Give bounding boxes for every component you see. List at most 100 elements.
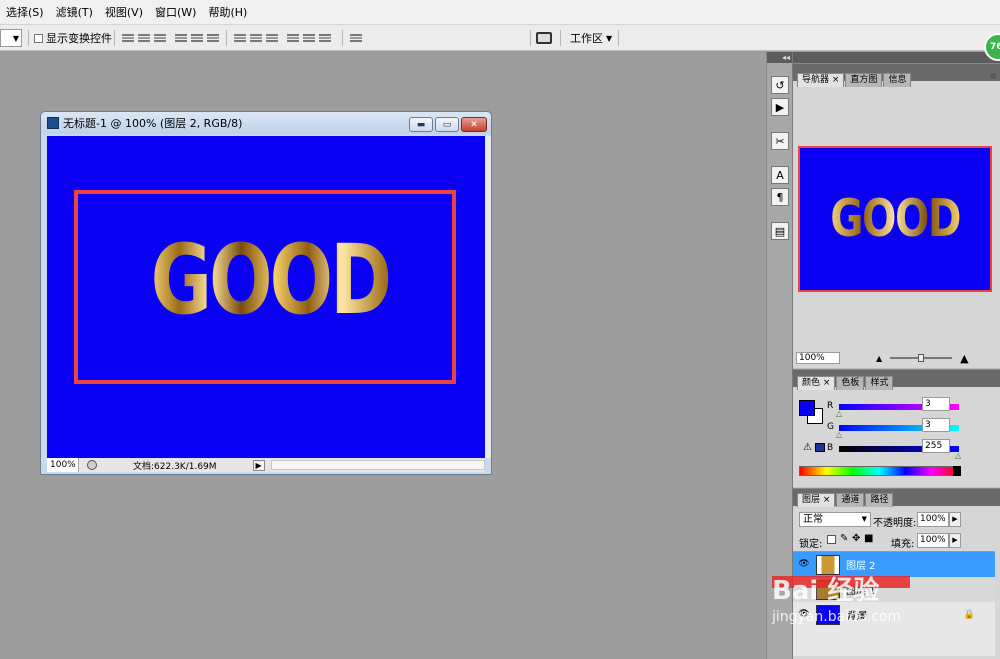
layer-comps-icon[interactable]: ▤ bbox=[771, 222, 789, 240]
foreground-color-swatch[interactable] bbox=[799, 400, 815, 416]
document-statusbar: 100% 文档:622.3K/1.69M ▶ bbox=[47, 458, 485, 472]
b-slider-thumb[interactable]: △ bbox=[955, 451, 961, 460]
vertical-scrollbar[interactable] bbox=[485, 136, 491, 458]
b-value[interactable]: 255 bbox=[922, 439, 950, 453]
black-white-swatch[interactable] bbox=[953, 466, 961, 476]
tool-preset-picker[interactable]: ▼ bbox=[0, 29, 22, 47]
menu-view[interactable]: 视图(V) bbox=[99, 4, 149, 20]
character-icon[interactable]: A bbox=[771, 166, 789, 184]
zoom-slider[interactable] bbox=[890, 354, 953, 362]
align-bottom-icon[interactable] bbox=[153, 32, 167, 44]
watermark-url: jingyan.baidu.com bbox=[772, 609, 902, 625]
distribute-left-icon[interactable] bbox=[286, 32, 300, 44]
gamut-warning-icon[interactable]: ⚠ bbox=[803, 442, 812, 453]
tab-paths[interactable]: 路径 bbox=[865, 493, 894, 507]
align-left-icon[interactable] bbox=[174, 32, 188, 44]
align-right-icon[interactable] bbox=[206, 32, 220, 44]
g-value[interactable]: 3 bbox=[922, 418, 950, 432]
tab-info[interactable]: 信息 bbox=[883, 73, 912, 87]
actions-icon[interactable]: ▶ bbox=[771, 98, 789, 116]
doc-size: 文档:622.3K/1.69M bbox=[133, 461, 217, 472]
distribute-bottom-icon[interactable] bbox=[265, 32, 279, 44]
separator bbox=[28, 30, 29, 46]
distribute-hcenter-icon[interactable] bbox=[302, 32, 316, 44]
separator bbox=[342, 30, 343, 46]
fill-field[interactable]: 100% bbox=[917, 533, 949, 548]
panel-menu-icon[interactable]: ≡ bbox=[989, 72, 997, 82]
distribute-vcenter-icon[interactable] bbox=[249, 32, 263, 44]
separator bbox=[226, 30, 227, 46]
zoom-in-icon[interactable]: ▲ bbox=[960, 352, 968, 365]
tab-navigator[interactable]: 导航器 × bbox=[797, 73, 845, 87]
align-top-icon[interactable] bbox=[121, 32, 135, 44]
opacity-field[interactable]: 100% bbox=[917, 512, 949, 527]
color-spectrum-bar[interactable] bbox=[799, 466, 959, 476]
align-vcenter-icon[interactable] bbox=[137, 32, 151, 44]
close-button[interactable]: ✕ bbox=[461, 117, 487, 132]
minimize-icon: ▬ bbox=[416, 119, 426, 130]
status-menu-arrow-icon[interactable]: ▶ bbox=[252, 459, 265, 471]
auto-align-icon[interactable] bbox=[349, 32, 363, 44]
visibility-eye-icon[interactable]: 👁 bbox=[798, 559, 810, 571]
lock-position-icon[interactable]: ✥ bbox=[852, 533, 860, 544]
canvas[interactable]: GOOD bbox=[47, 136, 485, 458]
opacity-arrow-icon[interactable]: ▶ bbox=[949, 512, 961, 527]
menu-filter[interactable]: 滤镜(T) bbox=[50, 4, 99, 20]
distribute-top-icon[interactable] bbox=[233, 32, 247, 44]
chevron-down-icon: ▼ bbox=[606, 33, 613, 43]
tab-swatches[interactable]: 色板 bbox=[836, 376, 865, 390]
menu-select[interactable]: 选择(S) bbox=[0, 4, 50, 20]
g-slider-thumb[interactable]: △ bbox=[836, 430, 842, 439]
lock-image-icon[interactable]: ✎ bbox=[840, 533, 848, 544]
horizontal-scrollbar[interactable] bbox=[270, 460, 485, 470]
tab-histogram[interactable]: 直方图 bbox=[845, 73, 883, 87]
navigator-preview[interactable]: GOOD bbox=[798, 146, 992, 292]
menu-window[interactable]: 窗口(W) bbox=[149, 4, 202, 20]
lock-transparent-icon[interactable] bbox=[827, 535, 836, 544]
paragraph-icon[interactable]: ¶ bbox=[771, 188, 789, 206]
zoom-out-icon[interactable]: ▲ bbox=[876, 354, 882, 363]
checkbox[interactable] bbox=[34, 33, 43, 43]
navigator-zoom-field[interactable]: 100% bbox=[796, 352, 840, 364]
zoom-field[interactable]: 100% bbox=[47, 458, 79, 472]
show-transform-controls[interactable]: 显示变换控件 bbox=[34, 29, 112, 47]
collapse-icon[interactable]: ◂◂ bbox=[767, 52, 792, 63]
workspace-button[interactable]: 工作区 ▼ bbox=[566, 29, 616, 47]
navigator-panel: 导航器 × 直方图 信息 ≡ GOOD 100% ▲ ▲ bbox=[793, 63, 1000, 368]
zoom-slider-thumb[interactable] bbox=[918, 354, 925, 362]
color-tabs: 颜色 × 色板 样式 bbox=[797, 376, 894, 390]
align-buttons bbox=[120, 29, 221, 47]
tab-styles[interactable]: 样式 bbox=[865, 376, 894, 390]
minimize-button[interactable]: ▬ bbox=[409, 117, 433, 132]
close-icon: ✕ bbox=[470, 119, 478, 130]
lock-all-icon[interactable]: ■ bbox=[864, 533, 873, 544]
fill-arrow-icon[interactable]: ▶ bbox=[949, 533, 961, 548]
document-window: 无标题-1 @ 100% (图层 2, RGB/8) ▬ ▭ ✕ GOOD 10… bbox=[40, 111, 492, 475]
tab-layers[interactable]: 图层 × bbox=[797, 493, 836, 507]
dock-header bbox=[793, 52, 1000, 63]
r-slider-thumb[interactable]: △ bbox=[836, 409, 842, 418]
lock-icon: 🔒 bbox=[963, 609, 975, 620]
color-panel: 颜色 × 色板 样式 ⚠ R △ 3 G △ 3 B △ 255 bbox=[793, 369, 1000, 487]
panels-dock: 导航器 × 直方图 信息 ≡ GOOD 100% ▲ ▲ 颜色 × 色板 样式 … bbox=[792, 52, 1000, 659]
zoom-icon[interactable] bbox=[87, 460, 97, 470]
r-value[interactable]: 3 bbox=[922, 397, 950, 411]
maximize-button[interactable]: ▭ bbox=[435, 117, 459, 132]
distribute-right-icon[interactable] bbox=[318, 32, 332, 44]
navigator-zoom-row: 100% ▲ ▲ bbox=[796, 351, 998, 365]
separator bbox=[530, 30, 531, 46]
align-hcenter-icon[interactable] bbox=[190, 32, 204, 44]
brushes-icon[interactable]: ✂ bbox=[771, 132, 789, 150]
photoshop-doc-icon bbox=[47, 117, 59, 129]
gamut-swatch[interactable] bbox=[815, 443, 825, 452]
watermark-title: Bai 经验 bbox=[772, 576, 880, 606]
tab-channels[interactable]: 通道 bbox=[836, 493, 865, 507]
chevron-down-icon: ▼ bbox=[861, 515, 867, 523]
history-icon[interactable]: ↺ bbox=[771, 76, 789, 94]
panel-icon-strip: ◂◂ ↺ ▶ ✂ A ¶ ▤ bbox=[766, 52, 792, 659]
bridge-icon[interactable] bbox=[536, 32, 552, 44]
menu-help[interactable]: 帮助(H) bbox=[202, 4, 253, 20]
blend-mode-select[interactable]: 正常 ▼ bbox=[799, 512, 871, 527]
tab-color[interactable]: 颜色 × bbox=[797, 376, 836, 390]
r-label: R bbox=[827, 401, 834, 411]
